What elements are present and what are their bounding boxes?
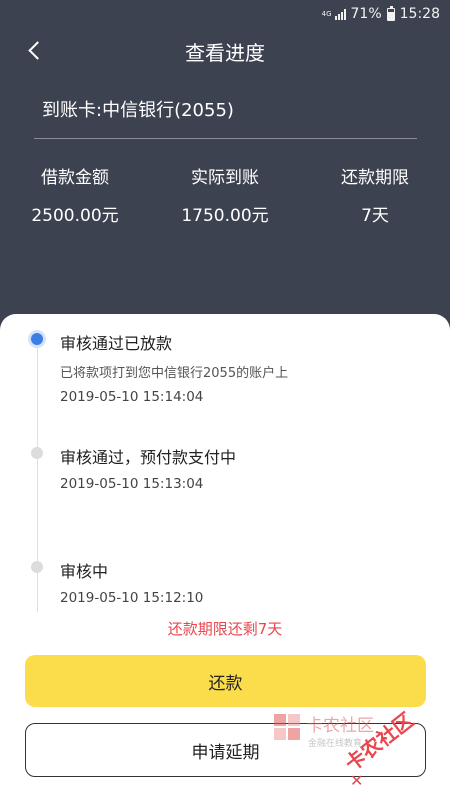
step-time: 2019-05-10 15:12:10 [60,590,204,606]
stat-actual-received: 实际到账 1750.00元 [150,163,300,226]
stat-label: 还款期限 [341,168,409,188]
page-title: 查看进度 [185,41,265,65]
timeline-dot [31,561,43,573]
battery-icon [386,5,395,21]
timeline-dot-active [31,333,43,345]
clock: 15:28 [399,6,440,22]
stat-value: 1750.00元 [181,206,269,226]
step-title: 审核通过，预付款支付中 [60,448,237,467]
step-time: 2019-05-10 15:14:04 [60,389,204,405]
stat-loan-amount: 借款金额 2500.00元 [0,163,150,226]
stat-label: 借款金额 [41,168,109,188]
battery-percent: 71% [350,6,382,22]
header-panel: 4G 71% 15:28 查看进度 到账卡:中信银行(2055) 借款金额 25… [0,0,450,340]
remaining-days: 还款期限还剩7天 [167,620,283,638]
step-title: 审核中 [60,562,109,581]
network-type: 4G [321,9,332,18]
step-title: 审核通过已放款 [60,334,173,353]
step-desc: 已将款项打到您中信银行2055的账户上 [60,366,289,381]
signal-icon [334,8,346,20]
step-time: 2019-05-10 15:13:04 [60,476,204,492]
status-icons: 4G 71% 15:28 [322,5,440,23]
repay-button[interactable]: 还款 [25,655,426,707]
extend-button[interactable]: 申请延期 [25,723,426,777]
divider [34,138,417,139]
nav-bar: 查看进度 [0,28,450,72]
receiving-card: 到账卡:中信银行(2055) [42,100,234,121]
stat-label: 实际到账 [191,168,259,188]
stat-value: 2500.00元 [31,206,119,226]
stat-value: 7天 [361,206,389,226]
stat-repay-term: 还款期限 7天 [300,163,450,226]
timeline-dot [31,447,43,459]
status-bar: 4G 71% 15:28 [0,0,450,28]
